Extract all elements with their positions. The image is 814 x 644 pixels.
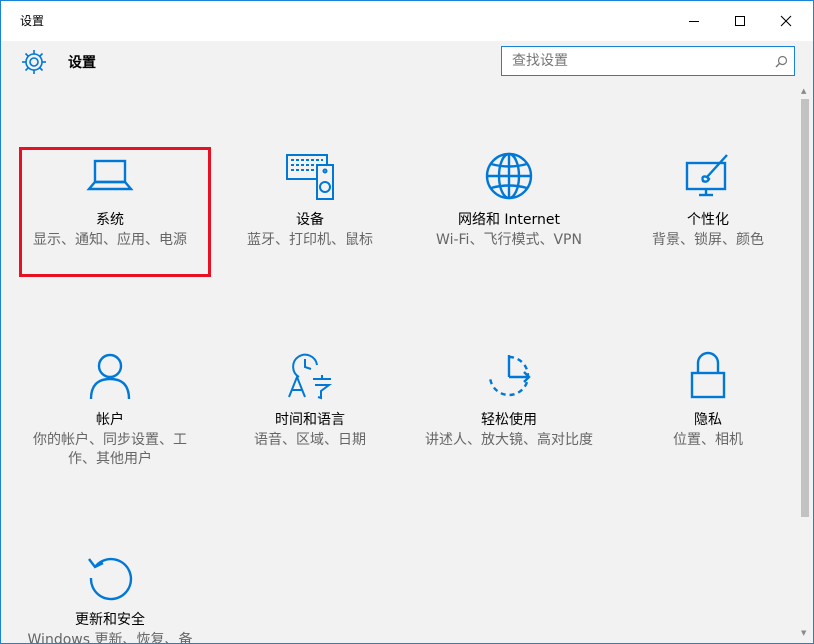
maximize-icon <box>735 16 745 26</box>
tile-network-description: Wi-Fi、飞行模式、VPN <box>436 232 582 248</box>
tile-privacy-label: 隐私 <box>694 412 722 428</box>
selection-highlight <box>19 147 211 277</box>
ease-of-access-icon <box>488 355 531 397</box>
window-title: 设置 <box>20 14 45 28</box>
gear-icon <box>22 50 46 74</box>
tile-ease-of-access[interactable]: 轻松使用 讲述人、放大镜、高对比度 <box>414 341 604 471</box>
settings-grid: 系统 显示、通知、应用、电源 设备 蓝牙、打印机、鼠标 网络和 Internet… <box>1 91 797 643</box>
maximize-button[interactable] <box>717 1 763 41</box>
page-title: 设置 <box>68 55 96 71</box>
tile-accounts-label: 帐户 <box>96 412 124 428</box>
tile-network-label: 网络和 Internet <box>457 212 561 228</box>
close-button[interactable] <box>763 1 809 41</box>
scrollbar-thumb[interactable] <box>801 99 809 517</box>
minimize-button[interactable] <box>671 1 717 41</box>
tile-time-language-description: 语音、区域、日期 <box>254 432 366 448</box>
settings-header: 设置 <box>1 41 813 91</box>
tile-update-security-label: 更新和安全 <box>75 612 145 628</box>
tile-time-language[interactable]: 时间和语言 语音、区域、日期 <box>215 341 405 471</box>
tile-ease-of-access-label: 轻松使用 <box>481 412 537 428</box>
tile-update-security-description: Windows 更新、恢复、备份 <box>27 632 193 643</box>
tile-network[interactable]: 网络和 Internet Wi-Fi、飞行模式、VPN <box>414 141 604 271</box>
title-bar[interactable]: 设置 <box>1 1 813 41</box>
tile-devices-label: 设备 <box>296 212 324 228</box>
tile-accounts-description: 你的帐户、同步设置、工作、其他用户 <box>33 432 187 467</box>
tile-update-security[interactable]: 更新和安全 Windows 更新、恢复、备份 <box>15 541 205 643</box>
tile-ease-of-access-description: 讲述人、放大镜、高对比度 <box>425 432 593 448</box>
update-icon <box>88 557 133 601</box>
tile-privacy-description: 位置、相机 <box>673 432 743 448</box>
settings-window: 设置 设置 查找设置 系统 显示、通知、应用、电源 设备 蓝牙、打印机、鼠标 网… <box>0 0 814 644</box>
tile-devices[interactable]: 设备 蓝牙、打印机、鼠标 <box>215 141 405 271</box>
minimize-icon <box>689 21 699 22</box>
search-input[interactable] <box>502 47 762 75</box>
time-language-icon <box>288 353 332 400</box>
scroll-up-arrow[interactable]: ▲ <box>801 87 806 95</box>
devices-icon <box>286 154 334 200</box>
tile-personalization-label: 个性化 <box>687 212 729 228</box>
tile-time-language-label: 时间和语言 <box>275 412 345 428</box>
search-box[interactable] <box>501 46 795 76</box>
scroll-down-arrow[interactable]: ▼ <box>801 629 806 637</box>
personalization-icon <box>685 154 728 197</box>
tile-accounts[interactable]: 帐户 你的帐户、同步设置、工作、其他用户 <box>15 341 205 471</box>
lock-icon <box>690 351 726 399</box>
globe-icon <box>485 152 533 200</box>
search-icon[interactable] <box>775 55 788 68</box>
tile-devices-description: 蓝牙、打印机、鼠标 <box>247 232 373 248</box>
close-icon <box>780 15 792 27</box>
person-icon <box>89 353 131 400</box>
tile-personalization-description: 背景、锁屏、颜色 <box>652 232 764 248</box>
tile-privacy[interactable]: 隐私 位置、相机 <box>613 341 797 471</box>
tile-personalization[interactable]: 个性化 背景、锁屏、颜色 <box>613 141 797 271</box>
